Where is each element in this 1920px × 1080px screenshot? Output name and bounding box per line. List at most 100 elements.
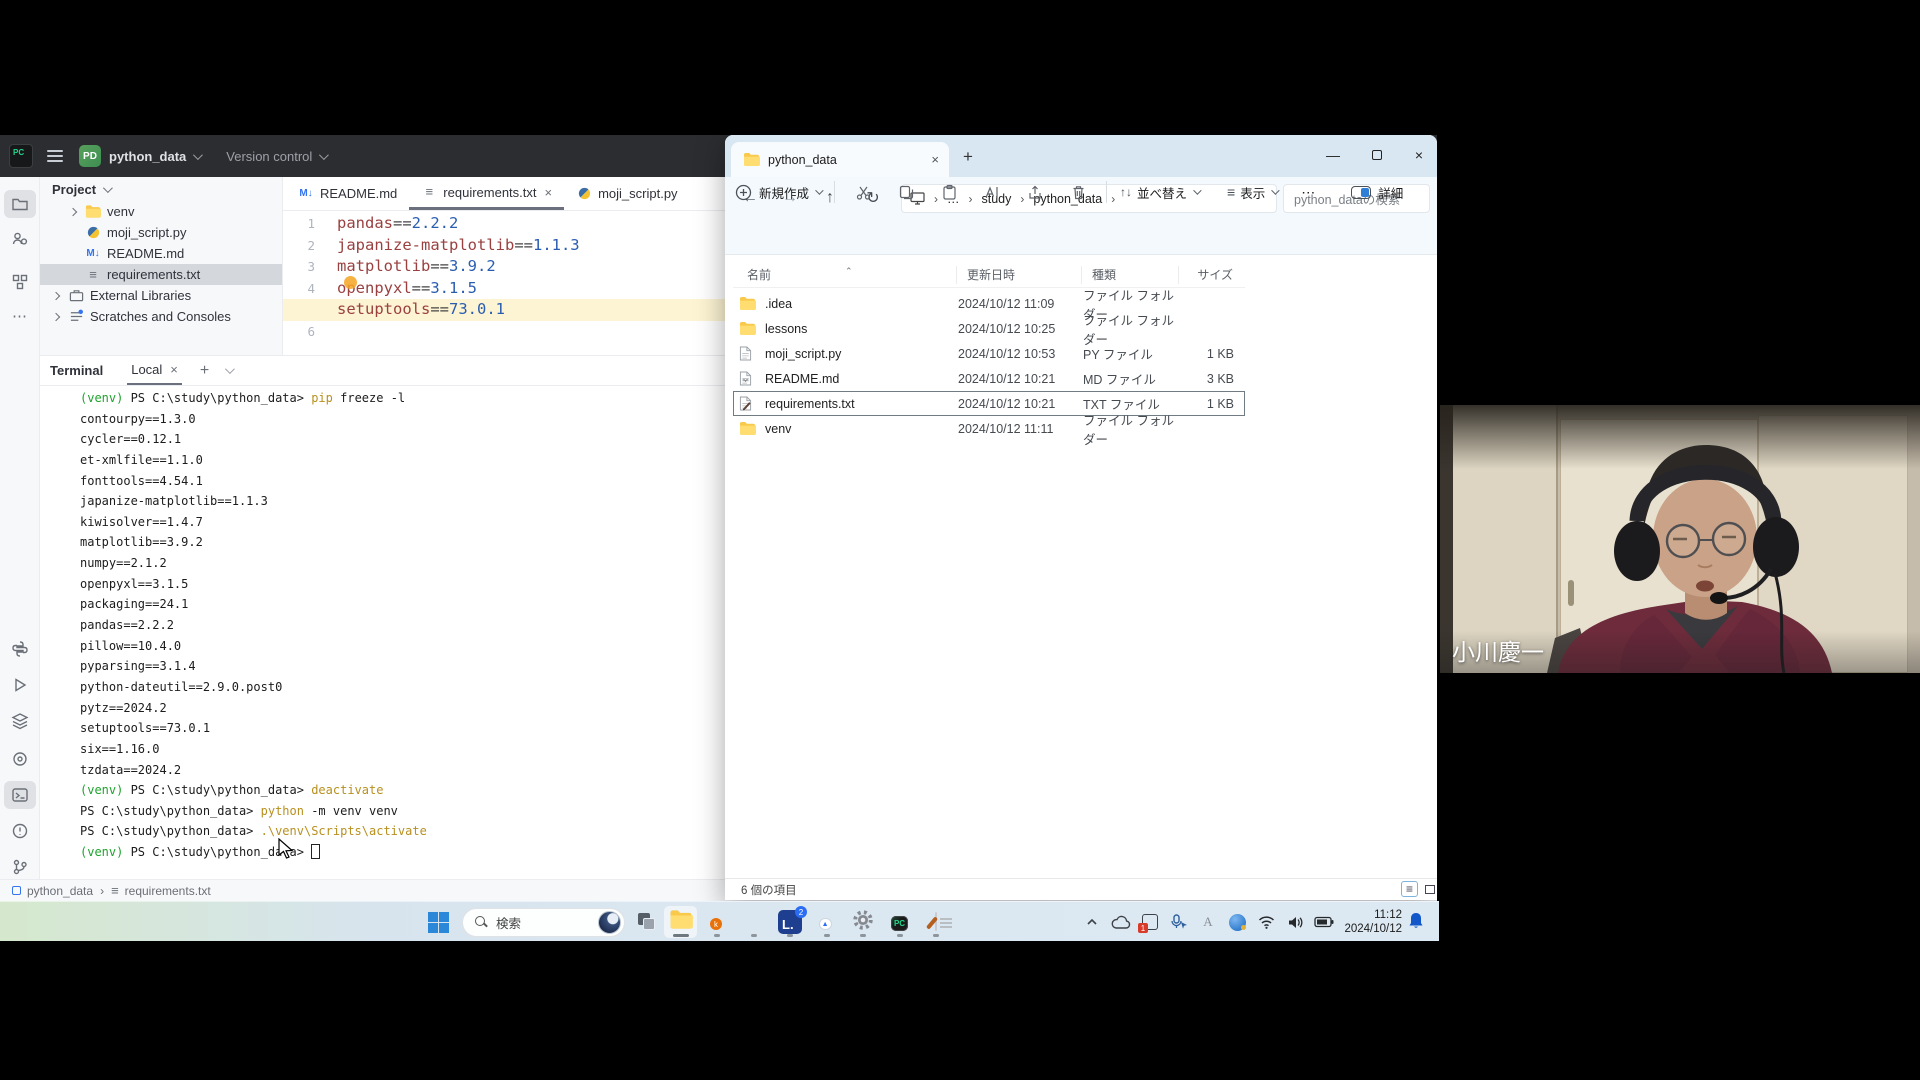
services-layers-icon[interactable] bbox=[4, 707, 36, 735]
view-lines-icon: ≡ bbox=[1227, 184, 1235, 200]
tree-item-venv[interactable]: venv bbox=[40, 201, 282, 222]
chevron-down-icon bbox=[1193, 186, 1201, 194]
wifi-icon[interactable] bbox=[1256, 912, 1276, 932]
minimize-button[interactable]: — bbox=[1311, 135, 1355, 175]
editor-tab-requirements-txt[interactable]: ≡requirements.txt× bbox=[409, 177, 564, 210]
column-header-type[interactable]: 種類 bbox=[1082, 266, 1179, 284]
status-crumb-project[interactable]: python_data bbox=[27, 884, 93, 898]
list-view-icon[interactable]: ≡ bbox=[1401, 881, 1418, 897]
chevron-icon[interactable] bbox=[52, 291, 60, 299]
taskbar-app-file-explorer[interactable] bbox=[664, 906, 697, 938]
paste-icon[interactable] bbox=[934, 179, 964, 205]
weather-widget-icon[interactable] bbox=[598, 911, 621, 934]
taskbar-app-pycharm[interactable]: PC bbox=[883, 906, 916, 938]
chevron-icon[interactable] bbox=[52, 312, 60, 320]
close-icon[interactable]: × bbox=[545, 185, 553, 200]
project-panel: Project venvmoji_script.pyM↓README.md≡re… bbox=[40, 177, 283, 355]
structure-tool-icon[interactable] bbox=[4, 268, 36, 296]
details-view-icon[interactable] bbox=[1421, 881, 1438, 897]
new-item-button[interactable]: 新規作成 bbox=[735, 183, 821, 202]
tree-item-label: README.md bbox=[107, 246, 184, 261]
new-terminal-icon[interactable]: + bbox=[200, 362, 209, 380]
details-toggle-button[interactable]: 詳細 bbox=[1351, 183, 1403, 202]
task-view-button[interactable] bbox=[636, 911, 658, 933]
chevron-icon[interactable] bbox=[69, 207, 77, 215]
column-header-date[interactable]: 更新日時 bbox=[957, 266, 1082, 284]
taskbar-app-chrome[interactable]: ▲ bbox=[810, 906, 843, 938]
column-header-size[interactable]: サイズ bbox=[1179, 266, 1239, 284]
editor-tab-moji-script-py[interactable]: moji_script.py bbox=[564, 177, 689, 210]
file-row-lessons[interactable]: lessons2024/10/12 10:25ファイル フォルダー bbox=[733, 316, 1245, 341]
file-row-moji-script-py[interactable]: moji_script.py2024/10/12 10:53PY ファイル1 K… bbox=[733, 341, 1245, 366]
taskbar-app-notepad[interactable] bbox=[920, 906, 953, 938]
close-button[interactable]: × bbox=[1397, 135, 1441, 175]
file-type: MD ファイル bbox=[1083, 369, 1180, 388]
new-tab-icon[interactable]: + bbox=[963, 147, 973, 167]
main-menu-icon[interactable] bbox=[47, 150, 63, 162]
project-tool-icon[interactable] bbox=[4, 190, 36, 218]
close-icon[interactable]: × bbox=[170, 362, 178, 377]
terminal-tab-local[interactable]: Local × bbox=[127, 356, 182, 385]
project-panel-header[interactable]: Project bbox=[40, 177, 282, 201]
cut-icon[interactable] bbox=[848, 179, 878, 205]
hidden-icons-chevron-icon[interactable] bbox=[1082, 912, 1102, 932]
copy-icon[interactable] bbox=[891, 179, 921, 205]
run-tool-icon[interactable] bbox=[4, 671, 36, 699]
tree-item-moji-script-py[interactable]: moji_script.py bbox=[40, 222, 282, 243]
tree-item-readme-md[interactable]: M↓README.md bbox=[40, 243, 282, 264]
taskbar-app-l-app[interactable]: L.2 bbox=[774, 906, 807, 938]
chevron-down-icon[interactable] bbox=[225, 364, 235, 374]
network-sphere-icon[interactable] bbox=[1227, 912, 1247, 932]
chevron-down-icon bbox=[815, 186, 823, 194]
battery-icon[interactable] bbox=[1314, 912, 1334, 932]
close-icon[interactable]: × bbox=[931, 152, 939, 167]
taskbar-app-chrome[interactable]: k bbox=[701, 906, 734, 938]
tree-item-scratches-and-consoles[interactable]: Scratches and Consoles bbox=[40, 306, 282, 327]
file-row-readme-md[interactable]: README.md2024/10/12 10:21MD ファイル3 KB bbox=[733, 366, 1245, 391]
folder-icon bbox=[85, 204, 101, 220]
notifications-icon[interactable] bbox=[4, 817, 36, 845]
ime-a-icon[interactable]: A bbox=[1198, 912, 1218, 932]
notify-badge-1-icon[interactable]: 1 bbox=[1140, 912, 1160, 932]
git-branch-icon[interactable] bbox=[4, 853, 36, 881]
rename-icon[interactable] bbox=[977, 179, 1007, 205]
python-packages-icon[interactable] bbox=[4, 635, 36, 663]
version-control-menu[interactable]: Version control bbox=[226, 149, 326, 164]
sort-button[interactable]: ↑↓ 並べ替え bbox=[1120, 183, 1199, 202]
delete-icon[interactable] bbox=[1063, 179, 1093, 205]
microphone-pointer-icon[interactable] bbox=[1169, 912, 1189, 932]
view-button[interactable]: ≡ 表示 bbox=[1227, 183, 1277, 202]
more-tools-icon[interactable]: ⋯ bbox=[4, 302, 36, 330]
project-selector[interactable]: python_data bbox=[109, 149, 200, 164]
tree-item-external-libraries[interactable]: External Libraries bbox=[40, 285, 282, 306]
notification-bell-icon[interactable] bbox=[1406, 911, 1428, 933]
start-button[interactable] bbox=[428, 912, 449, 933]
terminal-cursor[interactable] bbox=[311, 844, 320, 859]
commit-tool-icon[interactable] bbox=[4, 225, 36, 253]
column-header-name[interactable]: 名前 ⌃ bbox=[733, 266, 957, 284]
taskbar-app-brave[interactable] bbox=[737, 906, 770, 938]
running-indicator bbox=[933, 934, 939, 937]
editor-tab-readme-md[interactable]: M↓README.md bbox=[286, 177, 409, 210]
taskbar-search[interactable]: 検索 bbox=[462, 908, 625, 937]
maximize-button[interactable] bbox=[1355, 135, 1399, 175]
share-icon[interactable] bbox=[1020, 179, 1050, 205]
taskbar-app-settings-gear[interactable] bbox=[847, 906, 880, 938]
problems-target-icon[interactable] bbox=[4, 745, 36, 773]
tree-item-requirements-txt[interactable]: ≡requirements.txt bbox=[40, 264, 282, 285]
taskbar-clock[interactable]: 11:12 2024/10/12 bbox=[1336, 905, 1402, 939]
running-indicator bbox=[673, 934, 689, 937]
terminal-tool-icon[interactable] bbox=[4, 781, 36, 809]
explorer-tab-label: python_data bbox=[768, 153, 837, 167]
more-options-icon[interactable]: ⋯ bbox=[1301, 184, 1315, 201]
py-icon bbox=[576, 186, 592, 202]
project-selector-label: python_data bbox=[109, 149, 186, 164]
version-control-label: Version control bbox=[226, 149, 312, 164]
status-crumb-file[interactable]: requirements.txt bbox=[125, 884, 211, 898]
tree-item-label: External Libraries bbox=[90, 288, 191, 303]
running-indicator bbox=[824, 934, 830, 937]
txt-icon: ≡ bbox=[85, 267, 101, 283]
file-row-venv[interactable]: venv2024/10/12 11:11ファイル フォルダー bbox=[733, 416, 1245, 441]
volume-icon[interactable] bbox=[1285, 912, 1305, 932]
onedrive-cloud-icon[interactable] bbox=[1111, 912, 1131, 932]
